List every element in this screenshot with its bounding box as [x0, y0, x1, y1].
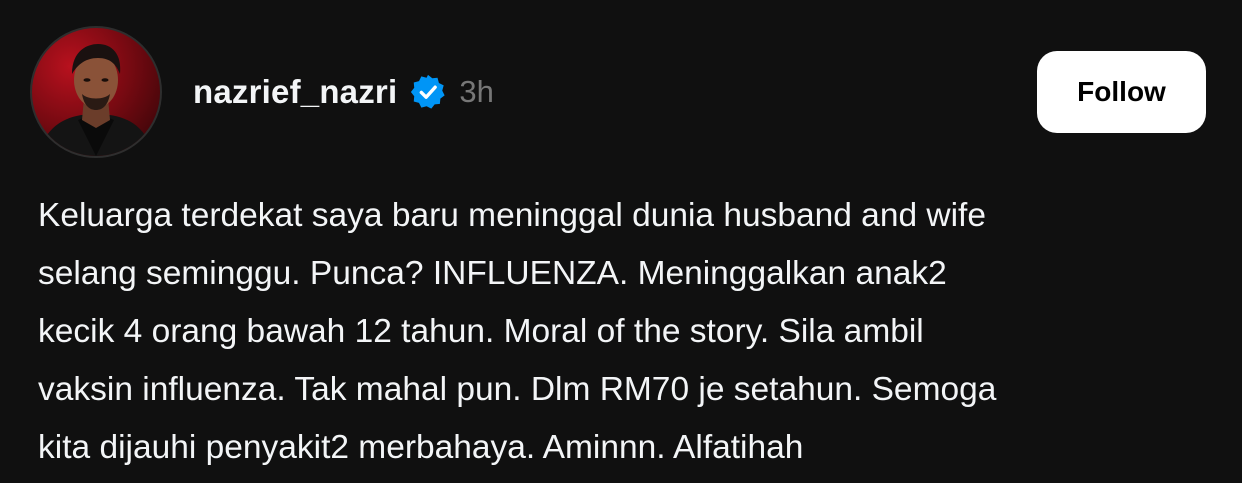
post-card: nazrief_nazri 3h Follow Keluarga terdeka… — [0, 0, 1242, 483]
post-body-text: Keluarga terdekat saya baru meninggal du… — [38, 187, 1218, 477]
avatar-portrait-icon — [38, 44, 154, 156]
follow-button[interactable]: Follow — [1037, 51, 1206, 133]
post-text-line: kecik 4 orang bawah 12 tahun. Moral of t… — [38, 313, 924, 350]
post-text-line: vaksin influenza. Tak mahal pun. Dlm RM7… — [38, 371, 997, 408]
post-header: nazrief_nazri 3h — [193, 68, 494, 116]
verified-badge-icon — [409, 73, 447, 111]
post-text-line: Keluarga terdekat saya baru meninggal du… — [38, 197, 986, 234]
username[interactable]: nazrief_nazri — [193, 73, 397, 111]
post-text-line: kita dijauhi penyakit2 merbahaya. Aminnn… — [38, 429, 804, 466]
post-timestamp: 3h — [459, 74, 494, 109]
post-text-line: selang seminggu. Punca? INFLUENZA. Menin… — [38, 255, 947, 292]
avatar[interactable] — [30, 26, 162, 158]
